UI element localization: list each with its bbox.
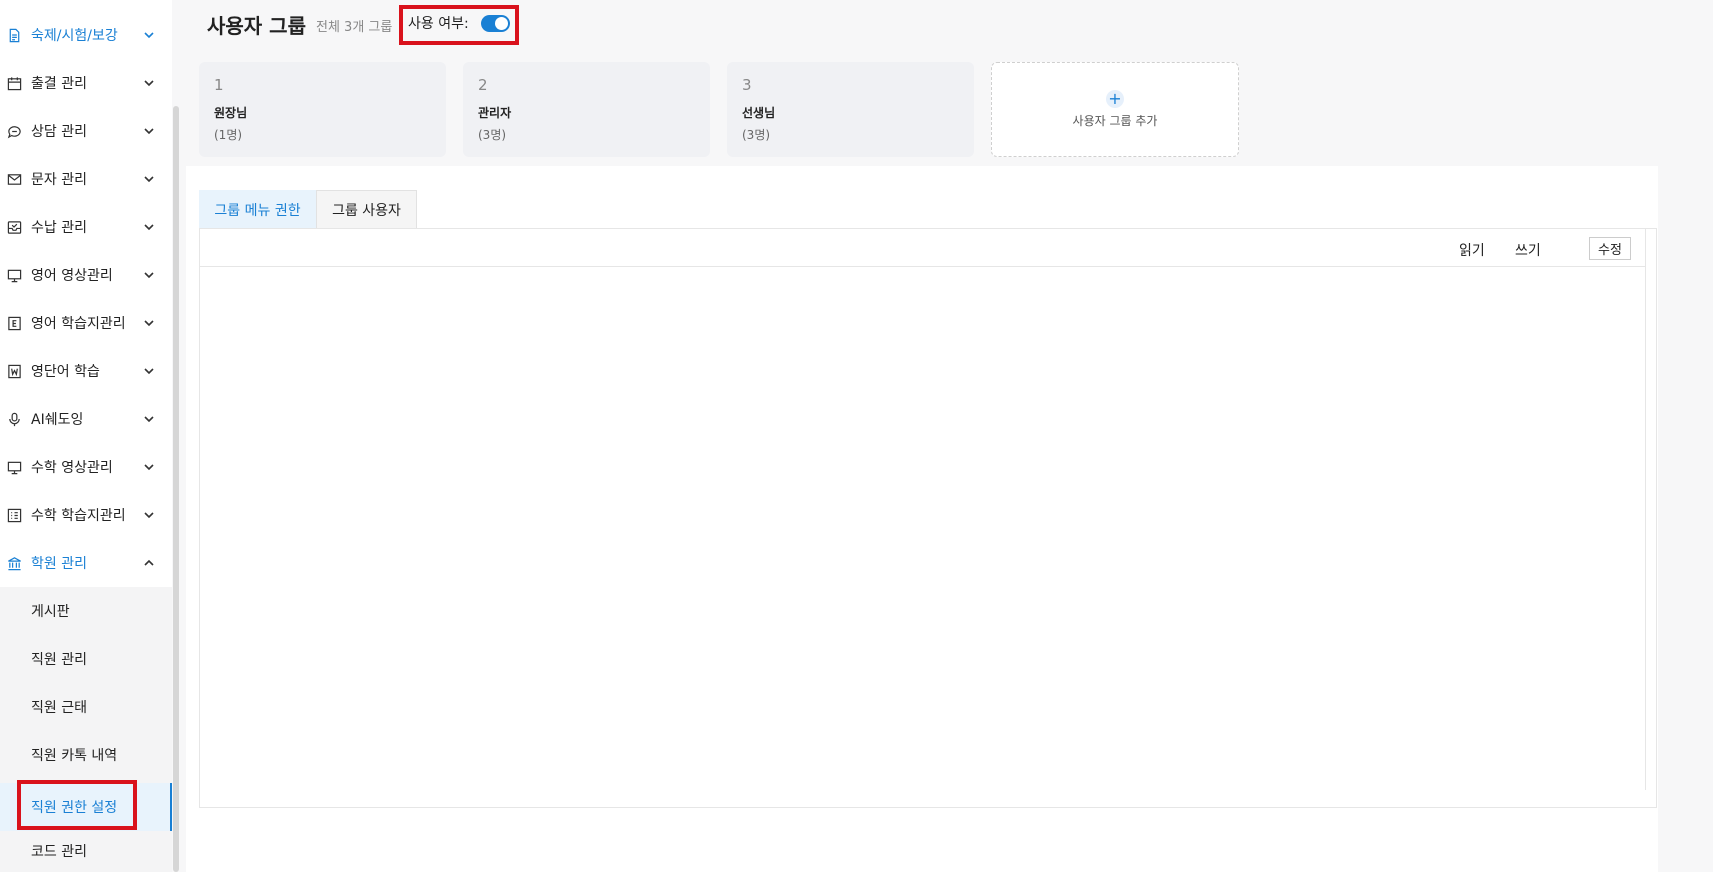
toggle-knob xyxy=(494,16,508,30)
table-divider xyxy=(1645,228,1646,790)
sidebar-item-label: 출결 관리 xyxy=(31,76,87,92)
submenu-item-staff-kakao[interactable]: 직원 카톡 내역 xyxy=(0,731,172,779)
sidebar-item-ai-shadowing[interactable]: AI쉐도잉 xyxy=(0,395,172,443)
sidebar-item-label: AI쉐도잉 xyxy=(31,412,84,428)
chevron-down-icon xyxy=(142,412,156,426)
sidebar-item-sms[interactable]: 문자 관리 xyxy=(0,155,172,203)
submenu-item-label: 게시판 xyxy=(31,604,70,620)
group-name: 원장님 xyxy=(214,106,248,120)
column-header-write: 쓰기 xyxy=(1515,243,1541,259)
group-card[interactable]: 1 원장님 (1명) xyxy=(199,62,446,157)
sidebar-item-payment[interactable]: 수납 관리 xyxy=(0,203,172,251)
chevron-down-icon xyxy=(142,460,156,474)
chevron-down-icon xyxy=(142,28,156,42)
submenu-item-staff-attendance[interactable]: 직원 근태 xyxy=(0,683,172,731)
w-book-icon xyxy=(6,363,22,379)
table-header xyxy=(200,229,1645,267)
chevron-down-icon xyxy=(142,508,156,522)
group-name: 관리자 xyxy=(478,106,512,120)
column-header-read: 읽기 xyxy=(1459,243,1485,259)
calendar-icon xyxy=(6,75,22,91)
submenu-item-staff[interactable]: 직원 관리 xyxy=(0,635,172,683)
sidebar: 숙제/시험/보강 출결 관리 상담 관리 문자 관리 수납 관리 영어 영상관리… xyxy=(0,0,172,872)
sidebar-item-label: 영어 영상관리 xyxy=(31,268,113,284)
sidebar-item-label: 숙제/시험/보강 xyxy=(31,28,118,44)
submenu-item-code[interactable]: 코드 관리 xyxy=(0,827,172,872)
sidebar-item-math-video[interactable]: 수학 영상관리 xyxy=(0,443,172,491)
group-card[interactable]: 3 선생님 (3명) xyxy=(727,62,974,157)
chevron-up-icon xyxy=(142,556,156,570)
right-margin xyxy=(1658,166,1713,872)
e-book-icon xyxy=(6,315,22,331)
submenu-item-staff-permissions[interactable]: 직원 권한 설정 xyxy=(0,783,172,831)
group-count: 전체 3개 그룹 xyxy=(316,20,393,35)
edit-button[interactable]: 수정 xyxy=(1589,237,1631,260)
sidebar-item-label: 수납 관리 xyxy=(31,220,87,236)
sidebar-item-english-video[interactable]: 영어 영상관리 xyxy=(0,251,172,299)
microphone-icon xyxy=(6,411,22,427)
submenu-item-label: 코드 관리 xyxy=(31,844,87,860)
tab-label: 그룹 메뉴 권한 xyxy=(214,202,301,219)
permissions-table xyxy=(199,228,1657,808)
sidebar-item-label: 영어 학습지관리 xyxy=(31,316,126,332)
group-number: 2 xyxy=(478,76,488,94)
document-icon xyxy=(6,27,22,43)
page-title: 사용자 그룹 xyxy=(207,14,306,38)
sidebar-item-homework[interactable]: 숙제/시험/보강 xyxy=(0,11,172,59)
add-group-button[interactable]: + 사용자 그룹 추가 xyxy=(991,62,1239,157)
plus-icon: + xyxy=(1106,90,1124,108)
chat-icon xyxy=(6,123,22,139)
group-member-count: (3명) xyxy=(478,128,507,142)
sidebar-item-english-worksheet[interactable]: 영어 학습지관리 xyxy=(0,299,172,347)
submenu-item-label: 직원 근태 xyxy=(31,700,87,716)
chevron-down-icon xyxy=(142,76,156,90)
sidebar-item-label: 문자 관리 xyxy=(31,172,87,188)
sidebar-item-label: 수학 학습지관리 xyxy=(31,508,126,524)
group-member-count: (3명) xyxy=(742,128,771,142)
chevron-down-icon xyxy=(142,124,156,138)
chevron-down-icon xyxy=(142,364,156,378)
group-number: 1 xyxy=(214,76,224,94)
sidebar-item-counseling[interactable]: 상담 관리 xyxy=(0,107,172,155)
submenu-item-label: 직원 관리 xyxy=(31,652,87,668)
sidebar-item-label: 학원 관리 xyxy=(31,556,87,572)
grid-icon xyxy=(6,507,22,523)
group-card[interactable]: 2 관리자 (3명) xyxy=(463,62,710,157)
submenu-item-label: 직원 권한 설정 xyxy=(31,800,118,816)
inbox-icon xyxy=(6,219,22,235)
mail-icon xyxy=(6,171,22,187)
use-toggle-switch[interactable] xyxy=(480,14,510,32)
monitor-icon xyxy=(6,267,22,283)
group-member-count: (1명) xyxy=(214,128,243,142)
chevron-down-icon xyxy=(142,172,156,186)
submenu-item-board[interactable]: 게시판 xyxy=(0,587,172,635)
group-number: 3 xyxy=(742,76,752,94)
sidebar-item-vocabulary[interactable]: 영단어 학습 xyxy=(0,347,172,395)
submenu-item-label: 직원 카톡 내역 xyxy=(31,748,118,764)
sidebar-scrollbar[interactable] xyxy=(173,106,179,872)
sidebar-item-academy[interactable]: 학원 관리 xyxy=(0,539,172,587)
institution-icon xyxy=(6,555,22,571)
sidebar-item-math-worksheet[interactable]: 수학 학습지관리 xyxy=(0,491,172,539)
monitor-icon xyxy=(6,459,22,475)
sidebar-item-label: 상담 관리 xyxy=(31,124,87,140)
tab-group-menu-permissions[interactable]: 그룹 메뉴 권한 xyxy=(199,190,316,228)
tab-label: 그룹 사용자 xyxy=(332,202,401,219)
app-root: 숙제/시험/보강 출결 관리 상담 관리 문자 관리 수납 관리 영어 영상관리… xyxy=(0,0,1713,872)
sidebar-item-label: 수학 영상관리 xyxy=(31,460,113,476)
use-toggle-label: 사용 여부: xyxy=(408,16,469,32)
chevron-down-icon xyxy=(142,316,156,330)
use-toggle-row: 사용 여부: xyxy=(408,13,510,33)
sidebar-item-attendance[interactable]: 출결 관리 xyxy=(0,59,172,107)
sidebar-item-label: 영단어 학습 xyxy=(31,364,100,380)
tab-group-users[interactable]: 그룹 사용자 xyxy=(316,190,417,228)
add-group-label: 사용자 그룹 추가 xyxy=(1072,114,1158,128)
chevron-down-icon xyxy=(142,268,156,282)
chevron-down-icon xyxy=(142,220,156,234)
group-name: 선생님 xyxy=(742,106,776,120)
